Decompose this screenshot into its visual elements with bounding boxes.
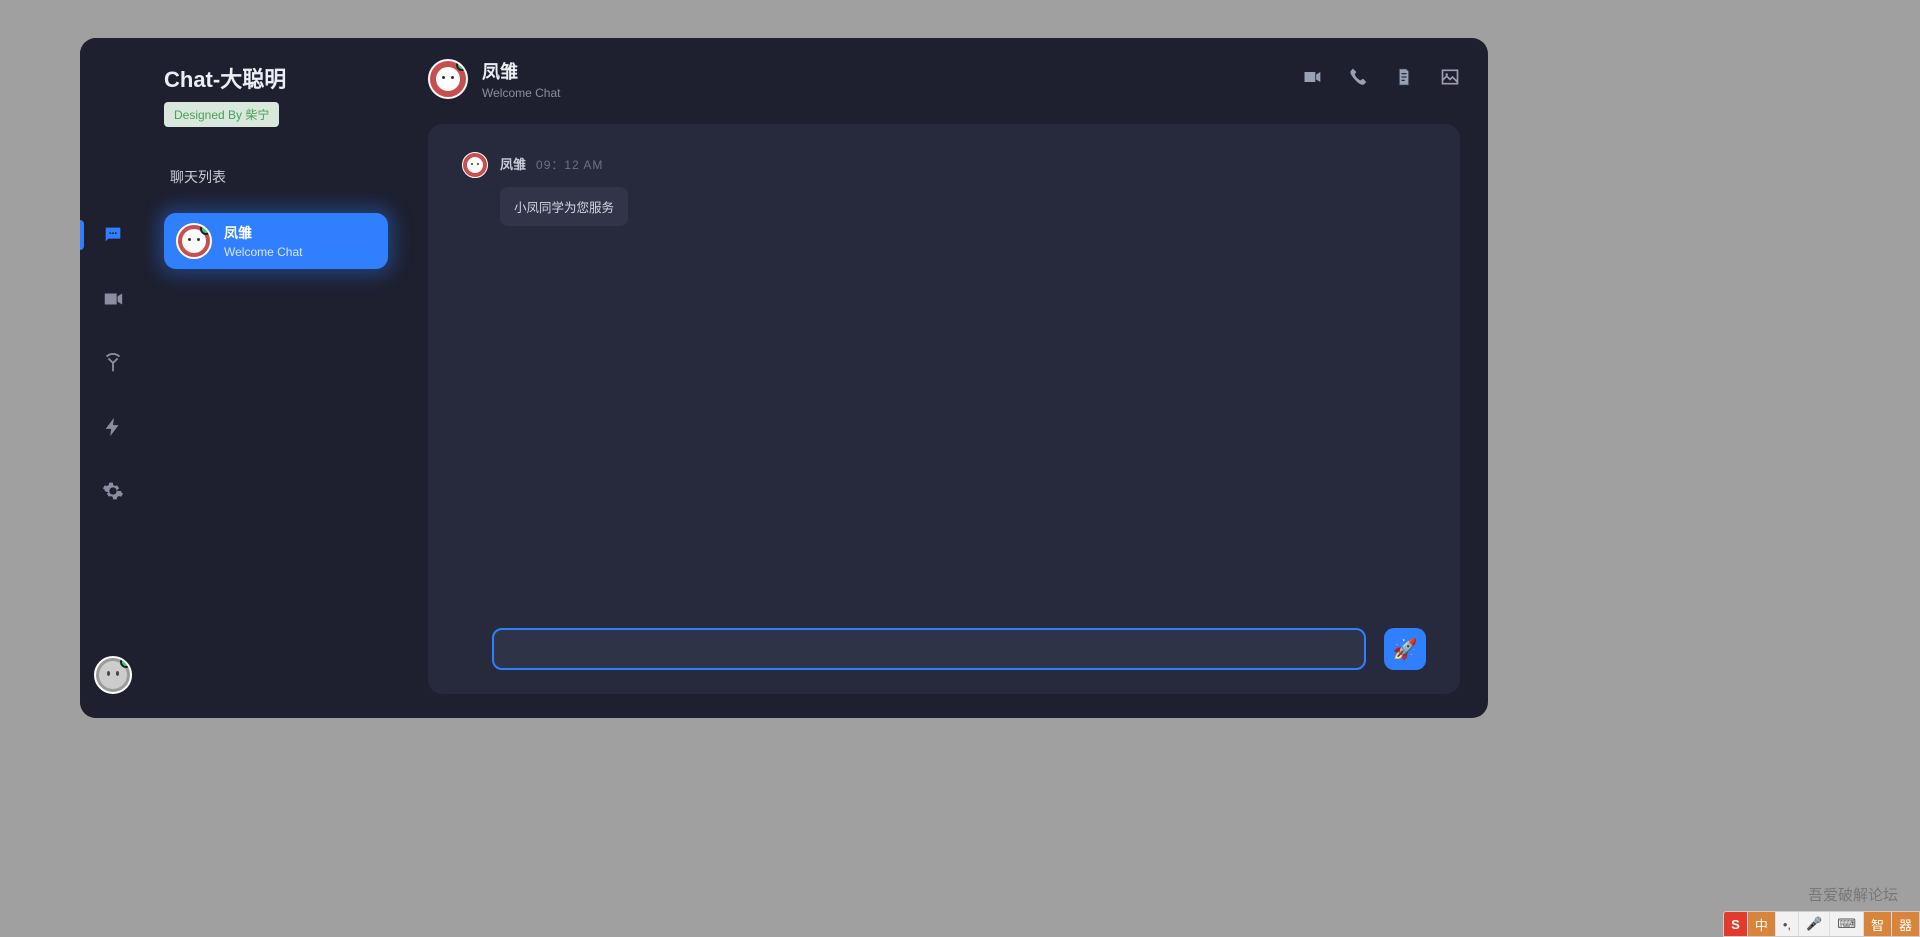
bolt-icon [102, 416, 124, 438]
ime-keyboard[interactable]: ⌨ [1829, 912, 1863, 936]
ime-tool[interactable]: 器 [1891, 912, 1919, 936]
message-input[interactable] [492, 628, 1366, 670]
nav-rail [80, 38, 146, 718]
chat-icon [102, 224, 124, 246]
message-bubble: 小凤同学为您服务 [500, 187, 628, 226]
message-body: 凤雏 09：12 AM 小凤同学为您服务 [500, 152, 628, 226]
send-button[interactable]: 🚀 [1384, 628, 1426, 670]
status-online-dot [200, 223, 212, 235]
nav-video[interactable] [80, 282, 146, 316]
status-online-dot [456, 59, 468, 71]
video-icon [102, 288, 124, 310]
nav-flash[interactable] [80, 410, 146, 444]
nav-settings[interactable] [80, 474, 146, 508]
message-time: 09：12 AM [536, 156, 603, 173]
avatar [94, 656, 132, 694]
current-user-avatar[interactable] [94, 656, 132, 694]
ime-mode[interactable]: 中 [1747, 912, 1775, 936]
message-meta: 凤雏 09：12 AM [500, 154, 628, 173]
ime-logo[interactable]: S [1724, 912, 1747, 936]
image-icon [1440, 67, 1460, 87]
nav-chat[interactable] [80, 218, 146, 252]
main-area: 凤雏 Welcome Chat [406, 38, 1488, 718]
antenna-icon [102, 352, 124, 374]
video-icon [1302, 67, 1322, 87]
file-icon [1394, 67, 1414, 87]
ime-toolbar[interactable]: S 中 •, 🎤 ⌨ 智 器 [1723, 911, 1920, 937]
chat-panel: 凤雏 09：12 AM 小凤同学为您服务 🚀 [428, 124, 1460, 694]
header-info: 凤雏 Welcome Chat [482, 58, 1288, 100]
chat-header: 凤雏 Welcome Chat [428, 58, 1460, 100]
avatar [428, 59, 468, 99]
message-sender: 凤雏 [500, 154, 526, 173]
conversation-item[interactable]: 凤雏 Welcome Chat [164, 213, 388, 269]
message-row: 凤雏 09：12 AM 小凤同学为您服务 [462, 152, 1426, 226]
ime-sym[interactable]: 智 [1863, 912, 1891, 936]
app-window: Chat-大聪明 Designed By 柴宁 聊天列表 凤雏 Welcome … [80, 38, 1488, 718]
header-actions [1302, 67, 1460, 92]
nav-broadcast[interactable] [80, 346, 146, 380]
avatar [176, 223, 212, 259]
header-name: 凤雏 [482, 58, 1288, 84]
file-button[interactable] [1394, 67, 1414, 92]
status-online-dot [120, 656, 132, 668]
conversation-subtitle: Welcome Chat [224, 245, 302, 259]
designer-badge: Designed By 柴宁 [164, 102, 279, 127]
ime-mic[interactable]: 🎤 [1798, 912, 1829, 936]
video-call-button[interactable] [1302, 67, 1322, 92]
rocket-icon: 🚀 [1393, 637, 1418, 662]
conversation-name: 凤雏 [224, 223, 302, 243]
voice-call-button[interactable] [1348, 67, 1368, 92]
watermark: 吾爱破解论坛 [1808, 884, 1898, 905]
image-button[interactable] [1440, 67, 1460, 92]
conversation-list-heading: 聊天列表 [164, 167, 388, 187]
header-subtitle: Welcome Chat [482, 86, 1288, 100]
sidebar: Chat-大聪明 Designed By 柴宁 聊天列表 凤雏 Welcome … [146, 38, 406, 718]
conversation-text: 凤雏 Welcome Chat [224, 223, 302, 259]
app-title: Chat-大聪明 [164, 62, 388, 94]
input-row: 🚀 [462, 610, 1426, 670]
phone-icon [1348, 67, 1368, 87]
avatar [462, 152, 488, 178]
gear-icon [102, 480, 124, 502]
ime-punct[interactable]: •, [1775, 912, 1798, 936]
